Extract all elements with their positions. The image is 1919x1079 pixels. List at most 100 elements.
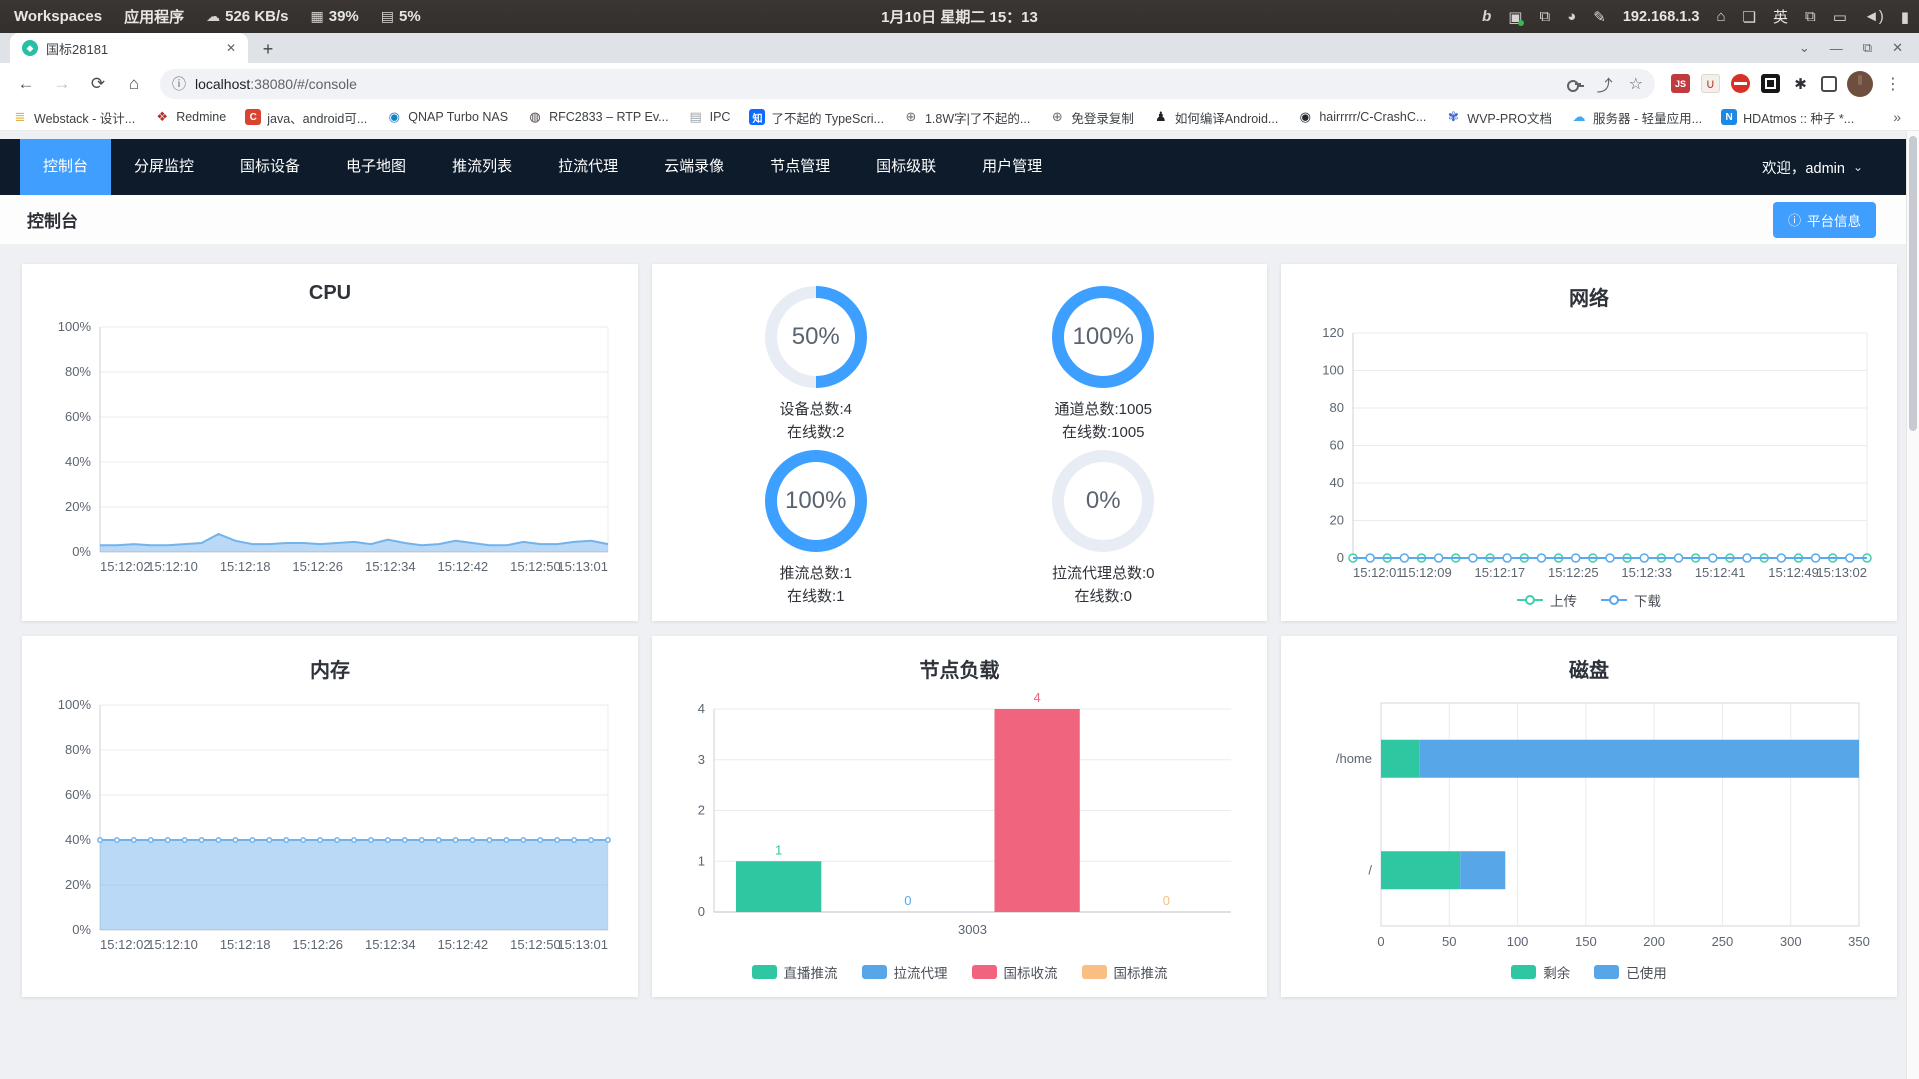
bing-tray-icon[interactable]: b <box>1482 8 1491 25</box>
recorder-tray-icon[interactable]: ◕ <box>1567 8 1576 25</box>
nav-item-cloud-record[interactable]: 云端录像 <box>641 139 747 195</box>
channel-stat: 100% 通道总数:1005 在线数:1005 <box>960 286 1248 450</box>
folder-icon: ▤ <box>689 109 702 124</box>
bookmark-rfc2833[interactable]: ◍ RFC2833 – RTP Ev... <box>527 109 668 125</box>
browser-tab[interactable]: ◆ 国标28181 ✕ <box>10 33 248 63</box>
home-tray-icon[interactable]: ⌂ <box>1716 8 1725 25</box>
nav-item-user-manage[interactable]: 用户管理 <box>959 139 1065 195</box>
legend-live-push[interactable]: 直播推流 <box>751 962 838 982</box>
bookmark-hdatmos[interactable]: N HDAtmos :: 种子 *... <box>1721 108 1854 127</box>
bookmark-android-compile[interactable]: ♟ 如何编译Android... <box>1153 108 1278 127</box>
line-marker-icon <box>1517 595 1543 605</box>
clipboard-tray-icon[interactable]: ⧉ <box>1539 8 1550 25</box>
editor-tray-icon[interactable]: ✎ <box>1593 8 1606 26</box>
memory-chart-title: 内存 <box>310 660 350 682</box>
svg-text:15:13:02: 15:13:02 <box>1816 565 1867 580</box>
home-button[interactable]: ⌂ <box>118 68 150 100</box>
svg-text:40%: 40% <box>65 454 91 469</box>
url-text[interactable]: localhost:38080/#/console <box>195 76 357 92</box>
bookmark-typescript[interactable]: 知了不起的 TypeScri... <box>749 108 884 127</box>
bookmark-qnap[interactable]: ◉ QNAP Turbo NAS <box>386 109 508 125</box>
nav-item-push-list[interactable]: 推流列表 <box>429 139 535 195</box>
dark-square-extension-icon[interactable] <box>1761 74 1780 93</box>
nav-item-console[interactable]: 控制台 <box>20 139 112 195</box>
legend-gb-push[interactable]: 国标推流 <box>1081 962 1168 982</box>
svg-text:300: 300 <box>1780 934 1802 949</box>
url-path: :38080/#/console <box>250 75 357 92</box>
browser-menu-icon[interactable]: ⋮ <box>1877 74 1909 94</box>
bookmark-java-android[interactable]: Cjava、android可... <box>245 108 367 127</box>
legend-label: 国标收流 <box>1003 966 1058 981</box>
bookmark-18w[interactable]: ⊕ 1.8W字|了不起的... <box>903 108 1031 127</box>
password-key-icon[interactable] <box>1566 77 1581 92</box>
network-chart[interactable]: 0 20 40 60 80 100 120 15:12:01 15:12:09 15:12:17 1… <box>1301 321 1877 586</box>
screenshot-tray-icon[interactable]: ▣ <box>1508 8 1525 26</box>
window-minimize-icon[interactable]: — <box>1830 41 1843 56</box>
node-load-chart[interactable]: 0 1 2 3 4 1 0 4 0 3003 <box>672 690 1247 958</box>
platform-info-button[interactable]: ⓘ 平台信息 <box>1772 201 1876 238</box>
blocker-extension-icon[interactable] <box>1731 74 1750 93</box>
clock[interactable]: 1月10日 星期二 15：13 <box>881 6 1038 27</box>
nav-item-split-monitor[interactable]: 分屏监控 <box>111 139 217 195</box>
bookmark-server[interactable]: ☁ 服务器 - 轻量应用... <box>1571 108 1703 127</box>
windows-tray-icon[interactable]: ❏ <box>1743 8 1756 26</box>
bookmark-webstack[interactable]: ≣ Webstack - 设计... <box>12 108 136 127</box>
nav-item-map[interactable]: 电子地图 <box>323 139 429 195</box>
window-maximize-icon[interactable]: ⧉ <box>1863 40 1872 56</box>
new-tab-button[interactable]: + <box>254 35 282 63</box>
bookmark-wvp-doc[interactable]: ✾ WVP-PRO文档 <box>1445 108 1552 127</box>
profile-avatar[interactable] <box>1847 70 1873 97</box>
legend-upload[interactable]: 上传 <box>1517 590 1577 610</box>
disk-chart[interactable]: 0 50 100 150 200 250 300 350/home / <box>1301 693 1877 958</box>
scrollbar-thumb[interactable] <box>1909 136 1917 431</box>
bookmark-github-crash[interactable]: ◉ hairrrrr/C-CrashC... <box>1297 109 1427 125</box>
window-switcher-icon[interactable]: ⧉ <box>1805 8 1816 25</box>
svg-text:0: 0 <box>1163 893 1170 908</box>
share-icon[interactable]: ⤴ <box>1597 72 1613 96</box>
bookmark-redmine[interactable]: ❖ Redmine <box>154 109 226 125</box>
legend-free[interactable]: 剩余 <box>1511 962 1570 982</box>
nav-item-gb-cascade[interactable]: 国标级联 <box>853 139 959 195</box>
splat-extension-icon[interactable]: ✱ <box>1791 74 1810 93</box>
applications-menu[interactable]: 应用程序 <box>124 6 184 27</box>
cpu-chart[interactable]: 0% 20% 40% 60% 80% 100% 15:12:02 15:12:10 15:12:… <box>42 315 618 580</box>
reload-button[interactable]: ⟳ <box>82 68 114 100</box>
bookmark-copy-free[interactable]: ⊕ 免登录复制 <box>1049 108 1134 127</box>
nav-item-pull-proxy[interactable]: 拉流代理 <box>535 139 641 195</box>
tab-close-icon[interactable]: ✕ <box>222 39 240 57</box>
nav-item-node-manage[interactable]: 节点管理 <box>747 139 853 195</box>
user-menu[interactable]: 欢迎，admin ⌄ <box>1762 157 1919 178</box>
box-extension-icon[interactable] <box>1821 75 1837 92</box>
workspaces-button[interactable]: Workspaces <box>14 8 102 25</box>
js-extension-icon[interactable]: JS <box>1671 74 1690 93</box>
bookmarks-overflow-chevron[interactable]: » <box>1893 109 1907 125</box>
bookmark-label: java、android可... <box>267 111 368 126</box>
memory-chart[interactable]: 0% 20% 40% 60% 80% 100% 15:12:02 15:12:10 15:12:… <box>42 693 618 958</box>
site-info-icon[interactable]: ⓘ <box>172 74 186 94</box>
legend-used[interactable]: 已使用 <box>1594 962 1667 982</box>
swatch-icon <box>861 965 887 979</box>
input-method-indicator[interactable]: 英 <box>1773 6 1788 27</box>
window-close-icon[interactable]: ✕ <box>1892 40 1903 56</box>
bookmark-star-icon[interactable]: ☆ <box>1629 74 1643 94</box>
bookmark-label: HDAtmos :: 种子 *... <box>1743 111 1855 126</box>
back-button[interactable]: ← <box>10 68 42 100</box>
cup-extension-icon[interactable]: ∪ <box>1701 74 1720 93</box>
legend-download[interactable]: 下载 <box>1601 590 1661 610</box>
volume-icon[interactable]: ◄) <box>1864 8 1884 25</box>
address-bar[interactable]: ⓘ localhost:38080/#/console ⤴ ☆ <box>160 68 1655 99</box>
legend-gb-recv[interactable]: 国标收流 <box>971 962 1058 982</box>
window-more-icon[interactable]: ⌄ <box>1799 40 1810 56</box>
display-tray-icon[interactable]: ▭ <box>1833 8 1847 26</box>
forward-button[interactable]: → <box>46 68 78 100</box>
svg-text:40%: 40% <box>65 832 91 847</box>
nav-item-gb-devices[interactable]: 国标设备 <box>217 139 323 195</box>
ip-address[interactable]: 192.168.1.3 <box>1623 9 1700 25</box>
legend-pull-proxy[interactable]: 拉流代理 <box>861 962 948 982</box>
svg-text:20: 20 <box>1330 513 1344 528</box>
line-marker-icon <box>1601 595 1627 605</box>
svg-text:15:12:34: 15:12:34 <box>365 559 416 574</box>
page-scrollbar[interactable] <box>1906 131 1919 1079</box>
legend-label: 剩余 <box>1543 966 1571 981</box>
bookmark-ipc-folder[interactable]: ▤ IPC <box>688 109 730 125</box>
